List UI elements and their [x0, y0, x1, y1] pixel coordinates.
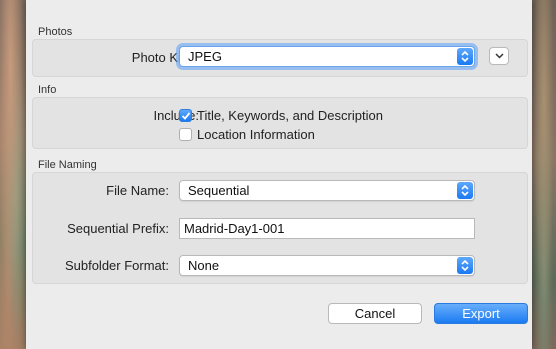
background-photo-right: [532, 0, 556, 349]
file-name-value: Sequential: [188, 183, 250, 198]
file-naming-section-label: File Naming: [38, 159, 97, 171]
subfolder-format-value: None: [188, 258, 220, 273]
photo-kind-value: JPEG: [188, 49, 222, 64]
title-keywords-label: Title, Keywords, and Description: [197, 108, 383, 123]
export-sheet: Photos Photo Kind: JPEG Info Include: Ti…: [26, 0, 532, 349]
file-name-label: File Name:: [106, 183, 169, 198]
popup-stepper-icon: [457, 182, 473, 199]
popup-stepper-icon: [457, 257, 473, 274]
location-info-checkbox[interactable]: [179, 128, 192, 141]
sequential-prefix-label: Sequential Prefix:: [67, 221, 169, 236]
background-photo-left: [0, 0, 26, 349]
subfolder-format-label: Subfolder Format:: [64, 258, 169, 273]
export-button[interactable]: Export: [434, 303, 528, 324]
file-naming-group: File Name: Sequential Sequential Prefix:…: [32, 172, 528, 284]
popup-stepper-icon: [457, 48, 473, 65]
disclosure-button[interactable]: [489, 47, 509, 65]
sequential-prefix-field[interactable]: [179, 218, 475, 239]
include-label: Include:: [153, 108, 199, 123]
sequential-prefix-input[interactable]: [180, 219, 474, 238]
chevron-down-icon: [495, 53, 504, 59]
cancel-button[interactable]: Cancel: [328, 303, 422, 324]
photos-section-label: Photos: [38, 26, 73, 38]
photo-kind-popup[interactable]: JPEG: [179, 46, 475, 67]
photos-group: Photo Kind: JPEG: [32, 39, 528, 77]
subfolder-format-popup[interactable]: None: [179, 255, 475, 276]
info-section-label: Info: [38, 84, 57, 96]
title-keywords-checkbox[interactable]: [179, 109, 192, 122]
file-name-popup[interactable]: Sequential: [179, 180, 475, 201]
photo-kind-label: Photo Kind:: [131, 50, 199, 65]
location-info-label: Location Information: [197, 127, 315, 142]
info-group: Include: Title, Keywords, and Descriptio…: [32, 97, 528, 149]
checkmark-icon: [181, 112, 191, 120]
